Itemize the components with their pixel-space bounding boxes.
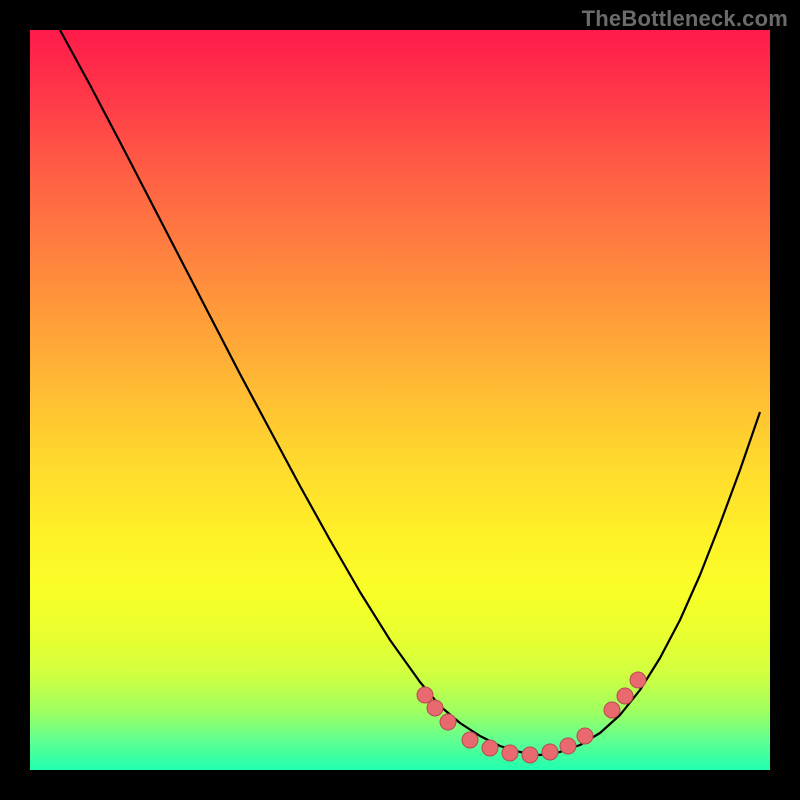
highlight-dot — [522, 747, 538, 763]
highlight-dot — [417, 687, 433, 703]
highlight-dot — [440, 714, 456, 730]
bottleneck-chart — [30, 30, 770, 770]
highlight-dot — [630, 672, 646, 688]
bottleneck-curve-path — [60, 30, 760, 755]
highlight-dot — [542, 744, 558, 760]
highlight-dot — [617, 688, 633, 704]
highlight-dot — [577, 728, 593, 744]
watermark-label: TheBottleneck.com — [582, 6, 788, 32]
highlight-dot — [482, 740, 498, 756]
highlight-dot — [604, 702, 620, 718]
highlight-dot — [427, 700, 443, 716]
highlight-dots-group — [417, 672, 646, 763]
highlight-dot — [502, 745, 518, 761]
highlight-dot — [462, 732, 478, 748]
highlight-dot — [560, 738, 576, 754]
